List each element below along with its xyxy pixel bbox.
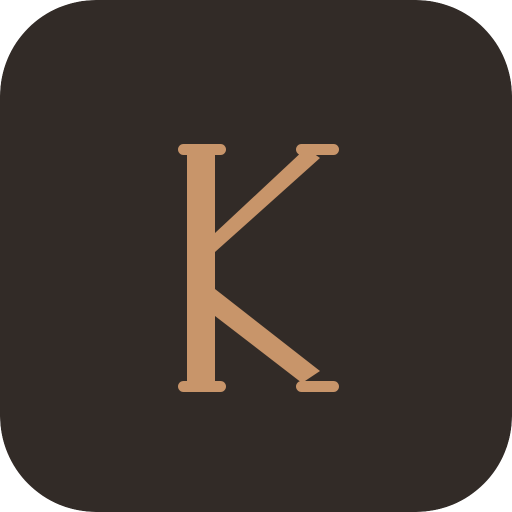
lower-leg-serif bbox=[296, 381, 339, 392]
icon-background bbox=[0, 0, 512, 512]
upper-arm-serif bbox=[296, 144, 339, 155]
app-icon[interactable]: K bbox=[0, 0, 512, 512]
k-monogram-icon bbox=[0, 0, 512, 512]
stem bbox=[187, 152, 215, 386]
